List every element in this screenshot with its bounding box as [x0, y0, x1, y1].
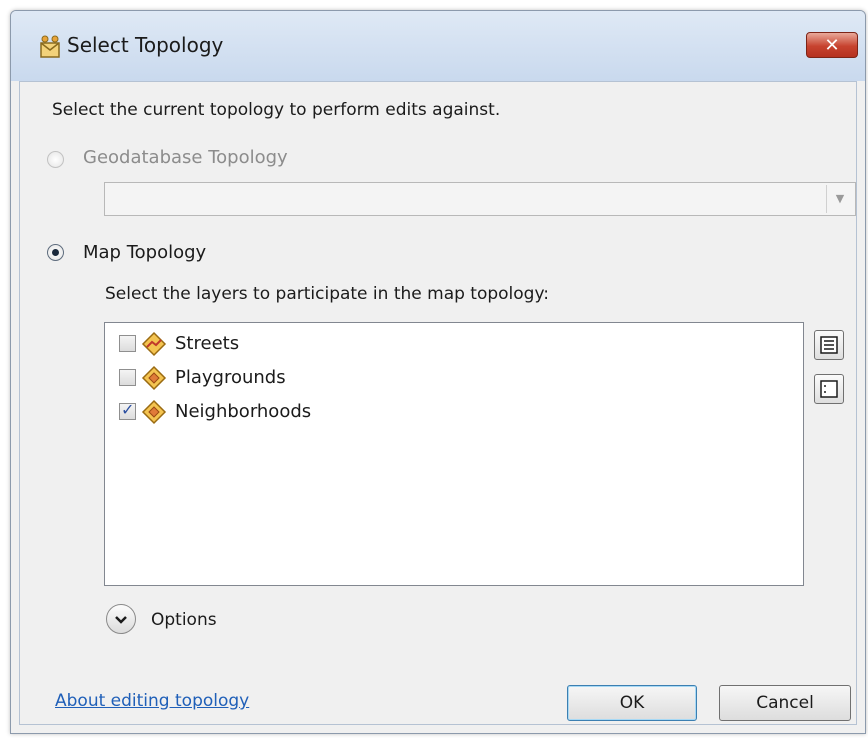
instruction-text: Select the current topology to perform e… [52, 100, 501, 120]
close-button[interactable]: ✕ [806, 32, 858, 58]
layer-item-playgrounds[interactable]: Playgrounds [119, 363, 519, 393]
geodatabase-topology-combo[interactable]: ▼ [104, 182, 856, 216]
geodatabase-topology-radio[interactable] [47, 151, 64, 168]
layer-item-neighborhoods[interactable]: ✓ Neighborhoods [119, 397, 519, 427]
select-all-icon [820, 336, 838, 354]
clear-all-button[interactable] [814, 374, 844, 404]
ok-button[interactable]: OK [567, 685, 697, 721]
layer-checkbox[interactable] [119, 335, 136, 352]
layer-label: Playgrounds [175, 367, 286, 388]
select-topology-dialog: Select Topology ✕ Select the current top… [10, 10, 866, 734]
chevron-down-icon [115, 616, 127, 624]
line-layer-icon [141, 331, 167, 357]
select-all-button[interactable] [814, 330, 844, 360]
layer-label: Streets [175, 333, 240, 354]
about-editing-topology-link[interactable]: About editing topology [55, 691, 249, 711]
check-icon: ✓ [121, 400, 135, 419]
layer-label: Neighborhoods [175, 401, 312, 422]
clear-all-icon [820, 380, 838, 398]
topology-icon [40, 35, 60, 58]
polygon-layer-icon [141, 365, 167, 391]
layer-checkbox[interactable] [119, 369, 136, 386]
polygon-layer-icon [141, 399, 167, 425]
geodatabase-topology-label: Geodatabase Topology [83, 147, 288, 168]
options-label[interactable]: Options [151, 610, 217, 630]
chevron-down-icon[interactable]: ▼ [826, 185, 853, 213]
layers-listbox[interactable]: Streets Playgrounds ✓ Neighborhoods [104, 322, 804, 586]
radio-selected-dot [52, 249, 59, 256]
map-topology-label: Map Topology [83, 242, 207, 263]
layers-instruction-text: Select the layers to participate in the … [105, 284, 550, 304]
options-expand-button[interactable] [106, 604, 136, 634]
cancel-button[interactable]: Cancel [719, 685, 851, 721]
layer-item-streets[interactable]: Streets [119, 329, 519, 359]
map-topology-radio[interactable] [47, 244, 64, 261]
dialog-title: Select Topology [67, 33, 224, 57]
layer-checkbox-checked[interactable]: ✓ [119, 400, 136, 420]
